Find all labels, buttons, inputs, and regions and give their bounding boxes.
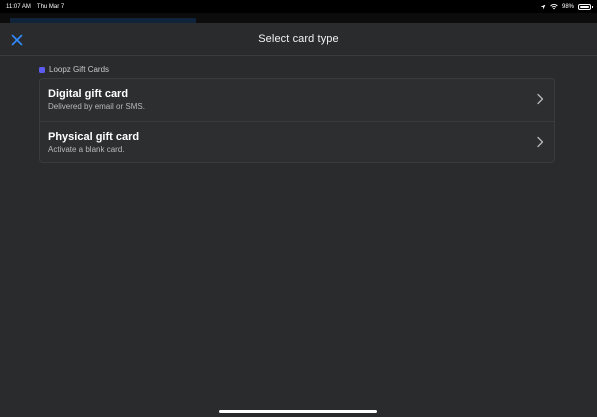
option-title: Digital gift card [48,88,129,100]
option-digital-gift-card[interactable]: Digital gift card Delivered by email or … [40,79,554,121]
status-bar: 11:07 AM Thu Mar 7 98% [0,0,597,13]
screen: 11:07 AM Thu Mar 7 98% Select card type … [0,0,597,417]
option-physical-gift-card[interactable]: Physical gift card Activate a blank card… [40,121,554,163]
location-arrow-icon [540,4,546,9]
close-button[interactable] [8,31,26,49]
nav-bar: Select card type [0,23,597,56]
card-type-list: Digital gift card Delivered by email or … [39,78,555,163]
close-icon [11,34,23,46]
status-right: 98% [540,3,593,10]
option-subtitle: Delivered by email or SMS. [48,102,145,111]
loopz-logo-icon [39,66,45,73]
section-label: Loopz Gift Cards [49,65,110,74]
battery-percentage: 98% [561,3,574,10]
status-time: 11:07 AM [6,3,31,10]
status-left: 11:07 AM Thu Mar 7 [6,4,64,10]
wifi-icon [550,3,558,9]
chevron-right-icon [537,136,544,148]
chevron-right-icon [537,93,544,105]
home-indicator[interactable] [219,410,377,413]
page-title: Select card type [258,33,339,45]
option-subtitle: Activate a blank card. [48,145,125,154]
modal-sheet: Select card type Loopz Gift Cards Digita… [0,23,597,417]
option-title: Physical gift card [48,131,140,143]
status-date: Thu Mar 7 [36,3,65,10]
battery-icon [578,3,593,10]
battery-fill [580,5,589,8]
section-header: Loopz Gift Cards [39,65,109,74]
